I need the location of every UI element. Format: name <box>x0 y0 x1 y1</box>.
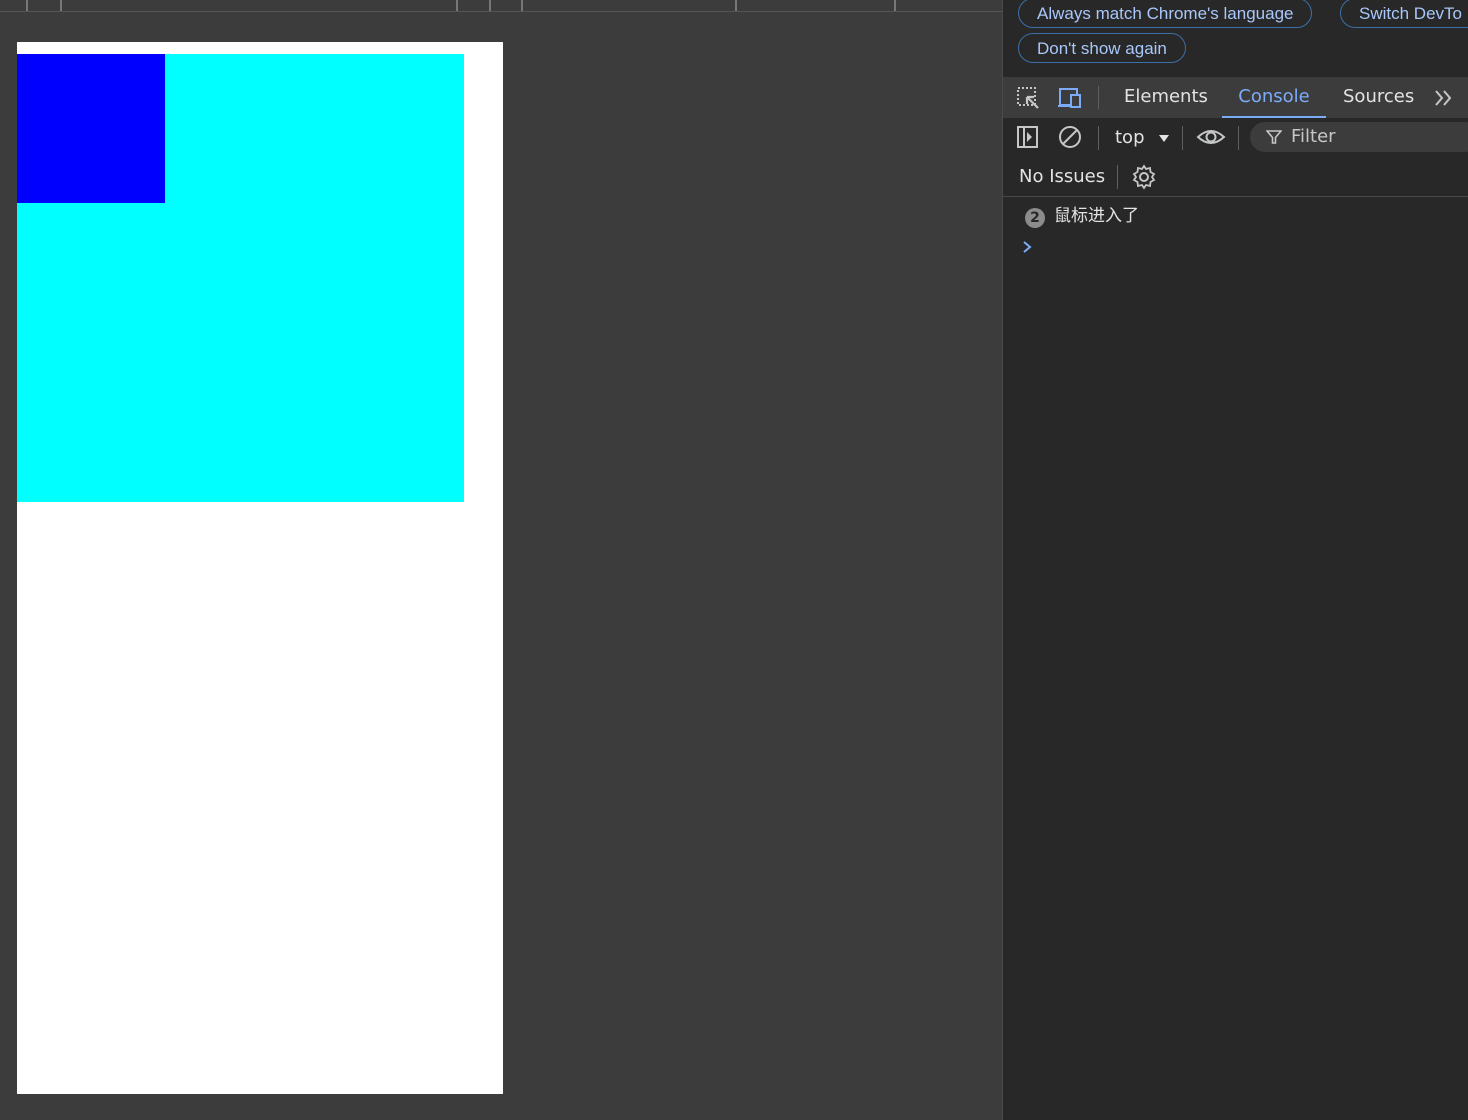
switch-devtools-language-button[interactable]: Switch DevTo <box>1340 0 1468 28</box>
live-expression-icon[interactable] <box>1196 124 1226 150</box>
console-prompt-icon[interactable] <box>1019 237 1035 257</box>
context-dropdown-icon <box>1159 135 1170 142</box>
inspect-element-icon[interactable] <box>1015 85 1041 111</box>
issues-bar: No Issues <box>1003 158 1468 197</box>
toolbar-divider <box>1182 126 1183 150</box>
toolbar-divider <box>1098 86 1099 109</box>
more-tabs-icon[interactable] <box>1431 85 1457 111</box>
page-viewport <box>0 0 1002 1120</box>
toolbar-divider <box>1098 126 1099 150</box>
console-output: 2 鼠标进入了 <box>1003 197 1468 1120</box>
console-message-text: 鼠标进入了 <box>1054 206 1139 226</box>
top-ruler <box>0 0 1002 12</box>
ruler-tick <box>26 0 28 11</box>
always-match-language-button[interactable]: Always match Chrome's language <box>1018 0 1313 28</box>
filter-icon <box>1266 130 1282 144</box>
devtools-tab-bar: Elements Console Sources <box>1003 77 1468 119</box>
repeat-count-badge: 2 <box>1025 208 1045 228</box>
blue-inner-box[interactable] <box>17 54 165 203</box>
ruler-tick <box>60 0 62 11</box>
ruler-tick <box>489 0 491 11</box>
ruler-tick <box>521 0 523 11</box>
context-selector[interactable]: top <box>1115 124 1170 152</box>
context-value: top <box>1115 127 1145 148</box>
device-toolbar-icon[interactable] <box>1057 85 1083 111</box>
clear-console-icon[interactable] <box>1057 124 1083 150</box>
dont-show-again-button[interactable]: Don't show again <box>1018 33 1186 63</box>
filter-input[interactable]: Filter <box>1250 122 1468 152</box>
toolbar-divider <box>1117 165 1118 189</box>
issues-count-label[interactable]: No Issues <box>1019 158 1105 195</box>
filter-placeholder: Filter <box>1291 126 1336 147</box>
sidebar-toggle-icon[interactable] <box>1015 124 1041 150</box>
console-message[interactable]: 2 鼠标进入了 <box>1003 201 1468 231</box>
console-toolbar: top Filter <box>1003 118 1468 158</box>
language-infobar: Always match Chrome's language Switch De… <box>1003 0 1468 77</box>
browser-window: Always match Chrome's language Switch De… <box>0 0 1468 1120</box>
tab-sources[interactable]: Sources <box>1343 77 1414 118</box>
cyan-container-box[interactable] <box>17 54 464 502</box>
ruler-tick <box>456 0 458 11</box>
tab-console[interactable]: Console <box>1222 77 1326 118</box>
toolbar-divider <box>1238 126 1239 150</box>
settings-gear-icon[interactable] <box>1131 164 1157 190</box>
ruler-tick <box>894 0 896 11</box>
tab-elements[interactable]: Elements <box>1124 77 1208 118</box>
page-body <box>17 42 503 1094</box>
devtools-panel: Always match Chrome's language Switch De… <box>1002 0 1468 1120</box>
ruler-tick <box>735 0 737 11</box>
